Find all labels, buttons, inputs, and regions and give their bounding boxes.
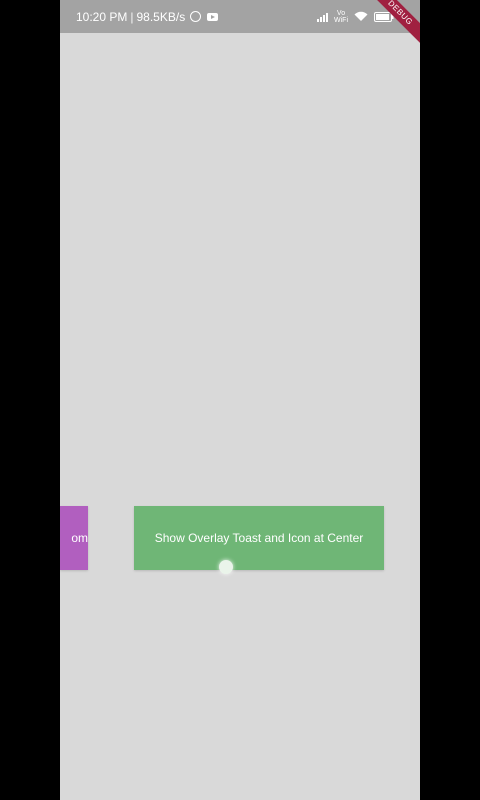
volte-label: Vo xyxy=(336,9,346,17)
whatsapp-icon xyxy=(190,11,202,22)
show-toast-bottom-button[interactable]: om xyxy=(60,506,88,570)
status-separator: | xyxy=(130,9,134,24)
wifi-icon xyxy=(354,11,368,22)
wifi-calling-label: WiFi xyxy=(334,16,348,24)
network-speed: 98.5KB/s xyxy=(136,9,186,24)
status-bar: 10:20 PM | 98.5KB/s Vo WiFi DEBUG xyxy=(60,0,420,48)
bottom-button-label: om xyxy=(71,531,88,545)
touch-indicator-icon xyxy=(219,560,233,574)
youtube-icon xyxy=(207,12,219,21)
status-time: 10:20 PM xyxy=(76,9,128,24)
signal-icon xyxy=(317,12,328,22)
center-button-label: Show Overlay Toast and Icon at Center xyxy=(154,531,364,545)
volte-icon: Vo WiFi xyxy=(334,10,348,24)
show-overlay-toast-center-button[interactable]: Show Overlay Toast and Icon at Center xyxy=(134,506,384,570)
app-screen: 10:20 PM | 98.5KB/s Vo WiFi DEBUG om Sho… xyxy=(60,0,420,800)
status-left: 10:20 PM | 98.5KB/s xyxy=(76,0,219,33)
